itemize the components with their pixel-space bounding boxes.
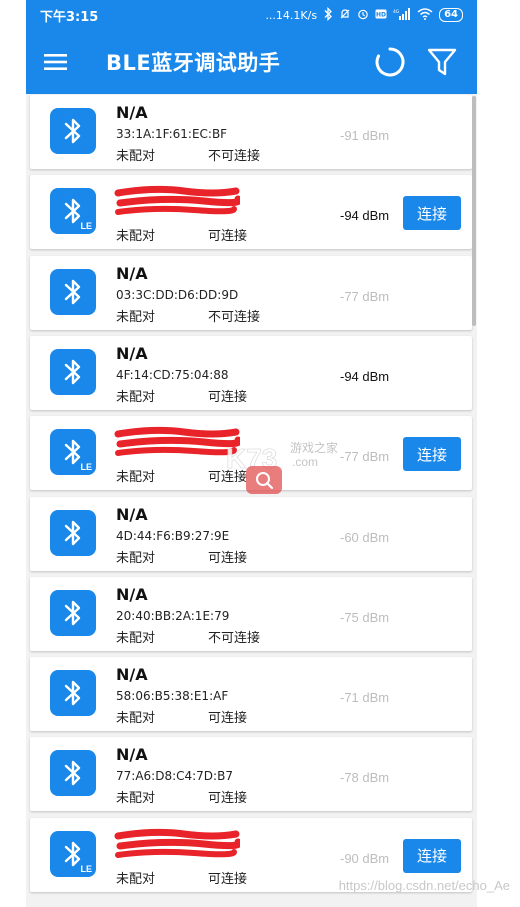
device-connectable-state: 可连接: [208, 229, 248, 245]
watermark-search-badge: [246, 466, 282, 494]
device-name: N/A: [116, 665, 148, 685]
le-badge: LE: [80, 221, 92, 232]
redaction-scribble: [114, 186, 240, 216]
device-name: N/A: [116, 103, 148, 122]
device-rssi: -77 dBm: [340, 288, 390, 304]
network-speed: ...14.1K/s: [265, 8, 318, 22]
device-card[interactable]: N/A 4D:44:F6:B9:27:9E 未配对 可连接 -60 dBm: [30, 496, 472, 571]
bluetooth-le-icon: LE: [50, 188, 96, 235]
connect-button[interactable]: 连接: [403, 196, 461, 231]
bluetooth-status-icon: [323, 6, 333, 24]
device-connectable-state: 可连接: [208, 711, 248, 727]
bluetooth-icon: [50, 348, 96, 395]
device-rssi: -78 dBm: [340, 770, 390, 786]
svg-text:4G: 4G: [393, 9, 400, 15]
le-badge: LE: [80, 863, 92, 874]
wifi-icon: [417, 7, 433, 23]
status-icons: ...14.1K/s HD 4G 64: [265, 6, 463, 24]
device-connectable-state: 可连接: [208, 389, 248, 405]
connect-button[interactable]: 连接: [403, 838, 461, 873]
device-bond-state: 未配对: [116, 149, 156, 164]
app-bar: BLE蓝牙调试助手: [26, 30, 477, 94]
device-connectable-state: 不可连接: [208, 309, 261, 325]
scrollbar[interactable]: [472, 96, 476, 326]
refresh-spinner-icon[interactable]: [373, 45, 407, 79]
alarm-status-icon: [357, 8, 369, 23]
device-card[interactable]: N/A 77:A6:D8:C4:7D:B7 未配对 可连接 -78 dBm: [30, 737, 472, 812]
device-card[interactable]: N/A 33:1A:1F:61:EC:BF 未配对 不可连接 -91 dBm: [30, 95, 472, 169]
device-mac: 03:3C:DD:D6:DD:9D: [116, 287, 239, 302]
bluetooth-icon: [50, 108, 96, 154]
bluetooth-icon: [50, 509, 96, 556]
device-name: N/A: [116, 343, 148, 363]
status-time: 下午3:15: [40, 9, 99, 25]
device-rssi: -94 dBm: [340, 368, 390, 384]
bluetooth-le-icon: LE: [50, 429, 96, 476]
device-rssi: -90 dBm: [340, 850, 390, 866]
redaction-scribble: [114, 828, 240, 858]
device-card[interactable]: N/A 20:40:BB:2A:1E:79 未配对 不可连接 -75 dBm: [30, 576, 472, 651]
device-connectable-state: 可连接: [208, 871, 248, 887]
svg-text:HD: HD: [376, 11, 386, 18]
bluetooth-le-icon: LE: [50, 830, 96, 877]
device-mac: 4D:44:F6:B9:27:9E: [116, 528, 230, 543]
device-mac: 20:40:BB:2A:1E:79: [116, 608, 230, 623]
device-mac: 33:1A:1F:61:EC:BF: [116, 127, 228, 141]
device-name: N/A: [116, 263, 148, 283]
bluetooth-icon: [50, 589, 96, 636]
filter-funnel-icon[interactable]: [425, 45, 459, 79]
device-rssi: -94 dBm: [340, 208, 390, 224]
app-title: BLE蓝牙调试助手: [106, 51, 281, 75]
device-card[interactable]: N/A 58:06:B5:38:E1:AF 未配对 可连接 -71 dBm: [30, 657, 472, 732]
device-mac: 77:A6:D8:C4:7D:B7: [116, 769, 233, 784]
device-connectable-state: 不可连接: [208, 149, 261, 164]
device-bond-state: 未配对: [116, 470, 156, 486]
device-bond-state: 未配对: [116, 309, 156, 325]
device-card[interactable]: N/A 4F:14:CD:75:04:88 未配对 可连接 -94 dBm: [30, 335, 472, 410]
watermark-logo: K73 游戏之家 .com: [226, 440, 338, 494]
bluetooth-icon: [50, 670, 96, 717]
device-name: N/A: [116, 504, 148, 524]
connect-button[interactable]: 连接: [403, 437, 461, 472]
device-bond-state: 未配对: [116, 389, 156, 405]
device-bond-state: 未配对: [116, 871, 156, 887]
device-bond-state: 未配对: [116, 791, 156, 807]
device-bond-state: 未配对: [116, 711, 156, 727]
device-bond-state: 未配对: [116, 630, 156, 646]
device-rssi: -91 dBm: [340, 128, 390, 143]
mute-status-icon: [339, 8, 351, 23]
device-card[interactable]: LE 未配对 可连接 -94 dBm 连接: [30, 175, 472, 250]
device-mac: 4F:14:CD:75:04:88: [116, 367, 229, 382]
device-bond-state: 未配对: [116, 550, 156, 566]
watermark-url: https://blog.csdn.net/echo_Ae: [338, 878, 510, 893]
redaction-scribble: [114, 427, 240, 457]
le-badge: LE: [80, 462, 92, 473]
device-mac: 58:06:B5:38:E1:AF: [116, 689, 229, 704]
device-connectable-state: 可连接: [208, 550, 248, 566]
device-name: N/A: [116, 745, 148, 765]
phone-screen: 下午3:15 ...14.1K/s HD 4G 64 BLE蓝牙调试助手 N/A…: [26, 0, 477, 907]
bluetooth-icon: [50, 268, 96, 315]
watermark-site-domain: .com: [292, 455, 318, 469]
device-bond-state: 未配对: [116, 229, 156, 245]
hamburger-menu-icon[interactable]: [44, 49, 70, 75]
device-connectable-state: 不可连接: [208, 630, 261, 646]
battery-indicator: 64: [439, 8, 463, 22]
bluetooth-icon: [50, 750, 96, 797]
device-rssi: -60 dBm: [340, 529, 390, 545]
device-rssi: -75 dBm: [340, 609, 390, 625]
device-connectable-state: 可连接: [208, 791, 248, 807]
device-name: N/A: [116, 584, 148, 604]
watermark-site-name: 游戏之家: [290, 440, 338, 455]
status-bar: 下午3:15 ...14.1K/s HD 4G 64: [26, 0, 477, 30]
device-card[interactable]: N/A 03:3C:DD:D6:DD:9D 未配对 不可连接 -77 dBm: [30, 255, 472, 330]
hd-status-icon: HD: [375, 9, 387, 22]
device-rssi: -71 dBm: [340, 690, 390, 706]
signal-strength-icon: 4G: [393, 7, 411, 23]
